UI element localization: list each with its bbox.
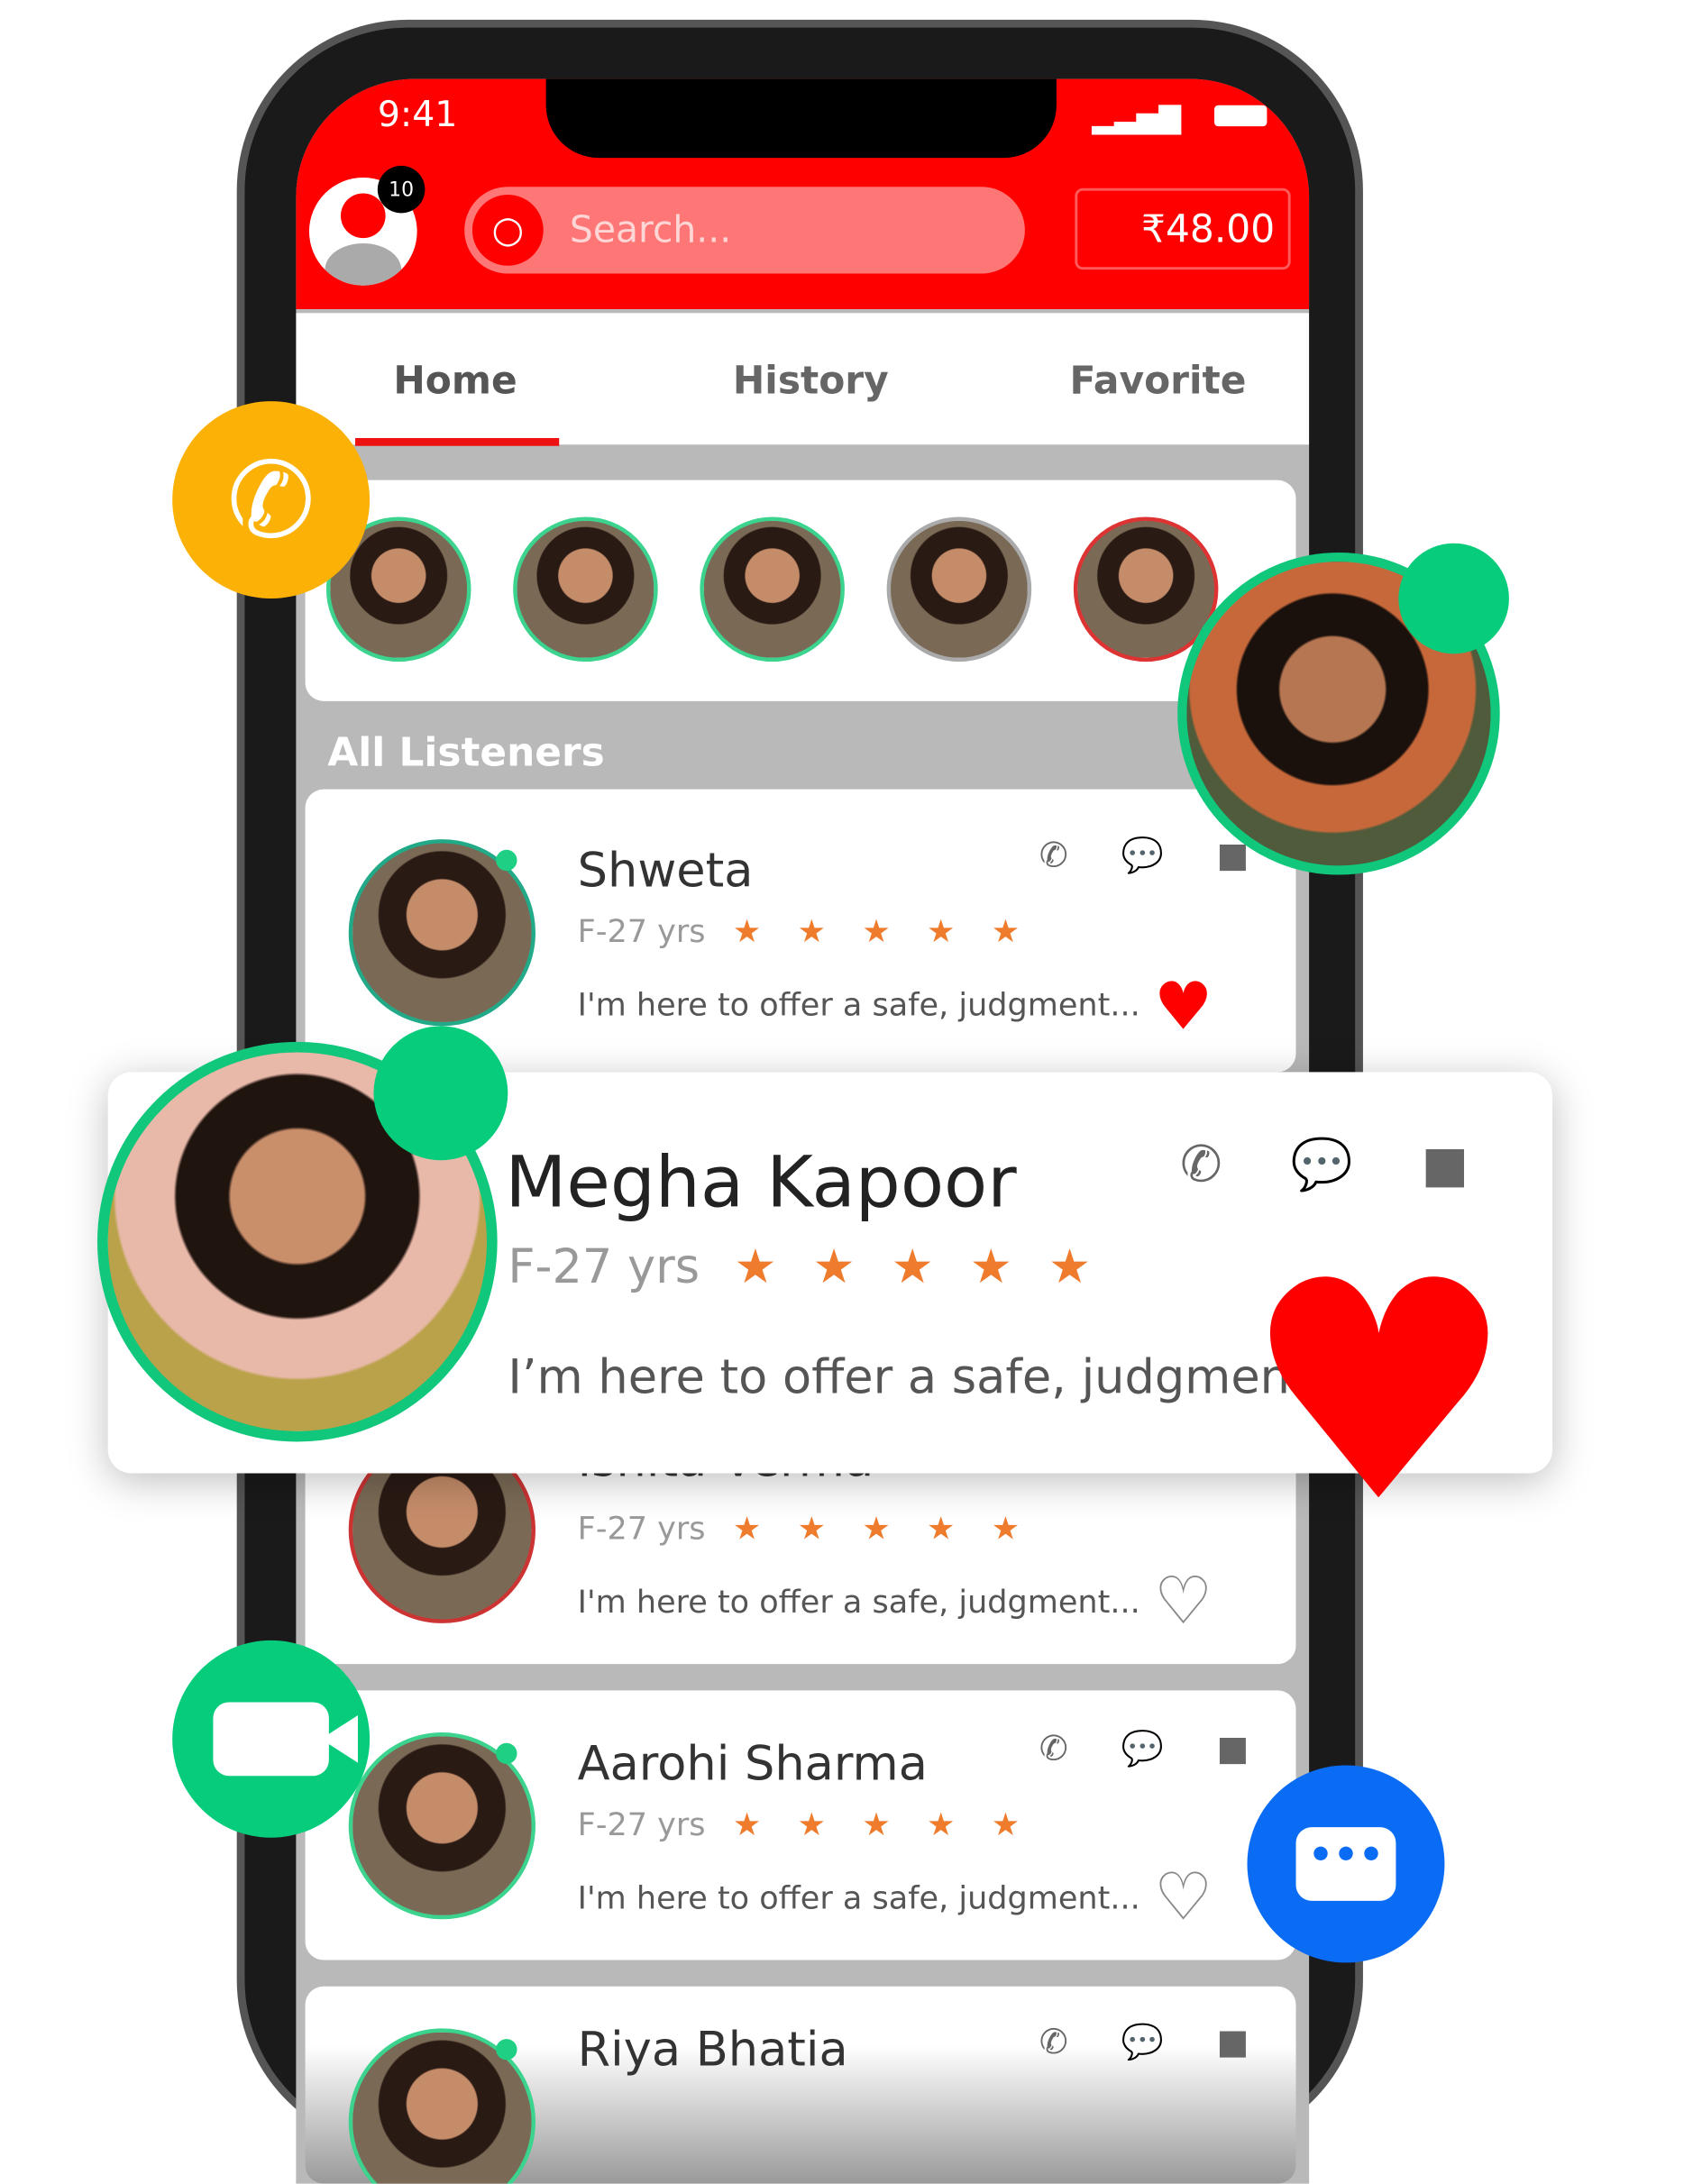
listener-bio: I'm here to offer a safe, judgment... [577, 1584, 1140, 1621]
favorite-heart-icon[interactable]: ♥ [1154, 973, 1213, 1039]
favorite-heart-outline-icon[interactable]: ♡ [1154, 1864, 1213, 1930]
chat-bubble-icon: ••• [1295, 1827, 1396, 1901]
listener-name: Aarohi Sharma [577, 1737, 928, 1792]
listener-bio: I'm here to offer a safe, judgment... [577, 986, 1140, 1024]
tab-bar: Home History Favorite [296, 313, 1310, 446]
star-rating: ★ ★ ★ ★ ★ [732, 912, 1033, 950]
chat-button[interactable]: ••• [1247, 1765, 1445, 1963]
tab-home[interactable]: Home [393, 358, 517, 403]
favorite-heart-icon[interactable]: ♥ [1243, 1242, 1515, 1546]
voice-call-button[interactable]: ✆ [172, 401, 371, 599]
online-dot [496, 2039, 517, 2061]
signal-icon: ▂▃▅▇ [1092, 102, 1182, 136]
online-dot [496, 1742, 517, 1765]
listener-card[interactable]: Riya Bhatia ✆ 💬 ■ [305, 1986, 1296, 2184]
featured-name: Megha Kapoor [505, 1140, 1017, 1224]
video-call-button[interactable] [172, 1640, 371, 1838]
action-icons[interactable]: ✆ 💬 ■ [1039, 836, 1270, 876]
search-input[interactable]: ○ Search... [464, 187, 1025, 274]
listener-name: Riya Bhatia [577, 2023, 848, 2078]
section-title: All Listeners [327, 729, 605, 777]
listener-card[interactable]: Aarohi Sharma F-27 yrs ★ ★ ★ ★ ★ I'm her… [305, 1690, 1296, 1960]
action-icons[interactable]: ✆ 💬 ■ [1039, 2024, 1270, 2063]
online-dot [373, 1026, 508, 1161]
listener-age: F-27 yrs [577, 1510, 706, 1548]
notification-badge: 10 [377, 165, 426, 214]
battery-icon [1214, 105, 1268, 127]
action-icons[interactable]: ✆ 💬 ■ [1180, 1135, 1495, 1194]
online-dot [1398, 543, 1509, 654]
favorite-heart-outline-icon[interactable]: ♡ [1154, 1568, 1213, 1634]
stories-row [305, 480, 1296, 701]
active-tab-indicator [355, 437, 560, 446]
notch [545, 78, 1057, 159]
listener-bio: I'm here to offer a safe, judgment... [577, 1879, 1140, 1917]
star-rating: ★ ★ ★ ★ ★ [732, 1510, 1033, 1548]
story-avatar[interactable] [700, 516, 845, 663]
video-camera-icon [213, 1702, 358, 1777]
listener-age: F-27 yrs [577, 912, 706, 950]
story-avatar[interactable] [513, 516, 658, 663]
star-rating: ★ ★ ★ ★ ★ [732, 1805, 1033, 1843]
star-rating: ★ ★ ★ ★ ★ [734, 1240, 1102, 1295]
wallet-balance-button[interactable]: ₹48.00 [1075, 187, 1291, 270]
app-header: 9:41 ▂▃▅▇ 10 ○ Search... ₹48.00 [296, 78, 1310, 309]
listener-name: Shweta [577, 844, 754, 899]
listener-age: F-27 yrs [577, 1805, 706, 1843]
tab-favorite[interactable]: Favorite [1069, 358, 1246, 403]
story-avatar[interactable] [886, 516, 1032, 663]
status-time: 9:41 [377, 95, 458, 136]
tab-history[interactable]: History [733, 358, 889, 403]
featured-age: F-27 yrs [508, 1240, 700, 1295]
action-icons[interactable]: ✆ 💬 ■ [1039, 1730, 1270, 1769]
featured-bio: I’m here to offer a safe, judgment [508, 1350, 1309, 1405]
search-placeholder: Search... [569, 207, 732, 251]
online-dot [496, 849, 517, 872]
search-icon: ○ [471, 194, 544, 266]
